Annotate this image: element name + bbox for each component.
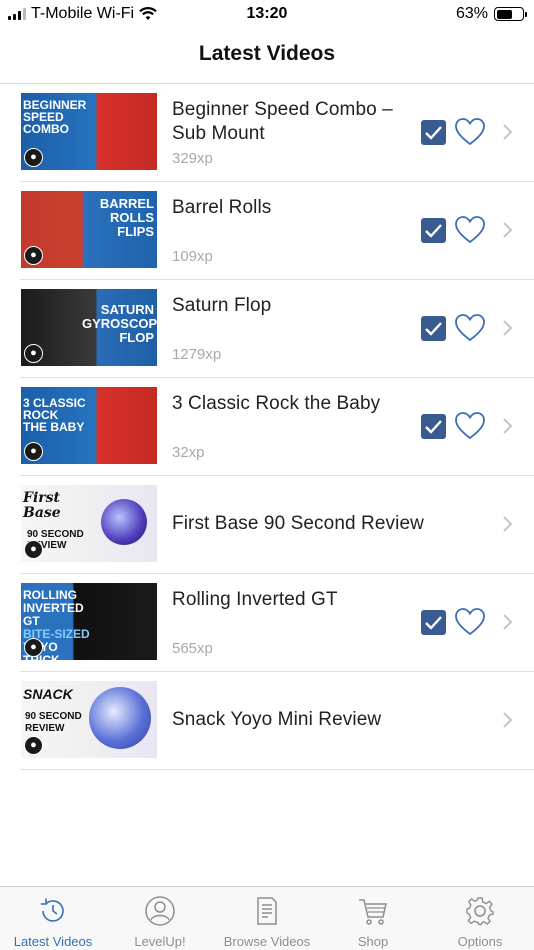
yoyo-badge-icon: ●: [24, 638, 43, 657]
thumbnail-caption: BEGINNER SPEED COMBO: [23, 98, 87, 136]
document-list-icon: [257, 897, 277, 925]
video-title: First Base 90 Second Review: [172, 513, 424, 534]
chevron-right-icon: [503, 222, 513, 238]
tab-browse-videos[interactable]: Browse Videos: [214, 887, 320, 950]
heart-icon[interactable]: [454, 117, 486, 147]
tab-label: Browse Videos: [223, 934, 311, 949]
yoyo-image: [89, 687, 151, 749]
video-thumbnail: SNACK 90 SECOND REVIEW ●: [21, 681, 157, 758]
video-xp: 109xp: [172, 248, 213, 265]
clock-refresh-icon: [40, 898, 64, 922]
tab-latest-videos[interactable]: Latest Videos: [0, 887, 106, 950]
chevron-right-icon: [503, 418, 513, 434]
battery-percent: 63%: [455, 5, 488, 22]
tab-options[interactable]: Options: [427, 887, 533, 950]
thumbnail-caption: 3 CLASSIC ROCK THE BABY: [23, 396, 86, 434]
checkmark-icon: [425, 420, 442, 434]
thumbnail-caption: BARREL ROLLS FLIPS: [99, 196, 154, 239]
yoyo-badge-icon: ●: [24, 736, 43, 755]
video-title: Snack Yoyo Mini Review: [172, 709, 382, 730]
video-thumbnail: 3 CLASSIC ROCK THE BABY ●: [21, 387, 157, 464]
video-thumbnail: SATURNGYROSCOPICFLOP ●: [21, 289, 157, 366]
yoyo-image: [101, 499, 147, 545]
heart-icon[interactable]: [454, 411, 486, 441]
video-xp: 32xp: [172, 444, 205, 461]
tab-label: Shop: [357, 934, 389, 949]
yoyo-badge-icon: ●: [24, 442, 43, 461]
video-row-snack-review[interactable]: SNACK 90 SECOND REVIEW ● Snack Yoyo Mini …: [20, 672, 534, 770]
video-title: Barrel Rolls: [172, 197, 272, 218]
video-title: 3 Classic Rock the Baby: [172, 393, 381, 414]
thumbnail-caption: SATURNGYROSCOPICFLOP: [82, 302, 157, 345]
battery-level: [496, 9, 513, 19]
video-row-barrel-rolls[interactable]: BARREL ROLLS FLIPS ● Barrel Rolls 109xp: [20, 182, 534, 280]
video-thumbnail: BEGINNER SPEED COMBO ●: [21, 93, 157, 170]
completed-checkbox[interactable]: [421, 120, 446, 145]
video-row-rolling-inverted-gt[interactable]: ROLLINGINVERTED GTBITE-SIZEDYOYOTRICK ● …: [20, 574, 534, 672]
chevron-right-icon: [503, 712, 513, 728]
video-list: BEGINNER SPEED COMBO ● Beginner Speed Comb…: [0, 84, 534, 770]
checkmark-icon: [425, 126, 442, 140]
chevron-right-icon: [503, 516, 513, 532]
thumbnail-caption: SNACK: [23, 686, 73, 702]
cart-icon: [359, 899, 387, 925]
checkmark-icon: [425, 224, 442, 238]
tab-shop[interactable]: Shop: [320, 887, 426, 950]
status-right: 63%: [455, 5, 527, 23]
battery-icon: [494, 7, 527, 21]
checkmark-icon: [425, 616, 442, 630]
status-time: 13:20: [246, 5, 288, 22]
video-title: Saturn Flop: [172, 295, 272, 316]
video-xp: 1279xp: [172, 346, 222, 363]
video-xp: 329xp: [172, 150, 213, 167]
video-title: Rolling Inverted GT: [172, 589, 338, 610]
yoyo-badge-icon: ●: [24, 246, 43, 265]
thumbnail-caption: First Base: [23, 490, 61, 521]
yoyo-badge-icon: ●: [24, 540, 43, 559]
video-xp: 565xp: [172, 640, 213, 657]
video-row-saturn-flop[interactable]: SATURNGYROSCOPICFLOP ● Saturn Flop 1279x…: [20, 280, 534, 378]
page-title: Latest Videos: [198, 42, 336, 65]
checkmark-icon: [425, 322, 442, 336]
chevron-right-icon: [503, 614, 513, 630]
completed-checkbox[interactable]: [421, 316, 446, 341]
heart-icon[interactable]: [454, 215, 486, 245]
tab-label: Options: [457, 934, 503, 949]
gear-icon: [466, 897, 494, 926]
yoyo-badge-icon: ●: [24, 148, 43, 167]
tab-label: LevelUp!: [134, 934, 186, 949]
tab-label: Latest Videos: [13, 934, 93, 949]
completed-checkbox[interactable]: [421, 218, 446, 243]
user-icon: [145, 896, 175, 926]
video-thumbnail: ROLLINGINVERTED GTBITE-SIZEDYOYOTRICK ●: [21, 583, 157, 660]
video-row-first-base-review[interactable]: First Base 90 SECOND REVIEW ● First Base 9…: [20, 476, 534, 574]
status-bar: T-Mobile Wi-Fi 13:20 63%: [0, 0, 534, 28]
completed-checkbox[interactable]: [421, 414, 446, 439]
heart-icon[interactable]: [454, 313, 486, 343]
navigation-header: Latest Videos: [0, 28, 534, 84]
yoyo-badge-icon: ●: [24, 344, 43, 363]
tab-bar: Latest Videos LevelUp! Browse Videos Sho…: [0, 886, 534, 950]
thumbnail-review-caption: 90 SECOND REVIEW: [25, 711, 82, 734]
chevron-right-icon: [503, 124, 513, 140]
video-thumbnail: BARREL ROLLS FLIPS ●: [21, 191, 157, 268]
video-thumbnail: First Base 90 SECOND REVIEW ●: [21, 485, 157, 562]
video-row-rock-the-baby[interactable]: 3 CLASSIC ROCK THE BABY ● 3 Classic Rock t…: [20, 378, 534, 476]
heart-icon[interactable]: [454, 607, 486, 637]
chevron-right-icon: [503, 320, 513, 336]
completed-checkbox[interactable]: [421, 610, 446, 635]
tab-levelup[interactable]: LevelUp!: [107, 887, 213, 950]
video-title: Beginner Speed Combo – Sub Mount: [172, 99, 393, 144]
video-row-beginner-speed-combo[interactable]: BEGINNER SPEED COMBO ● Beginner Speed Comb…: [20, 84, 534, 182]
